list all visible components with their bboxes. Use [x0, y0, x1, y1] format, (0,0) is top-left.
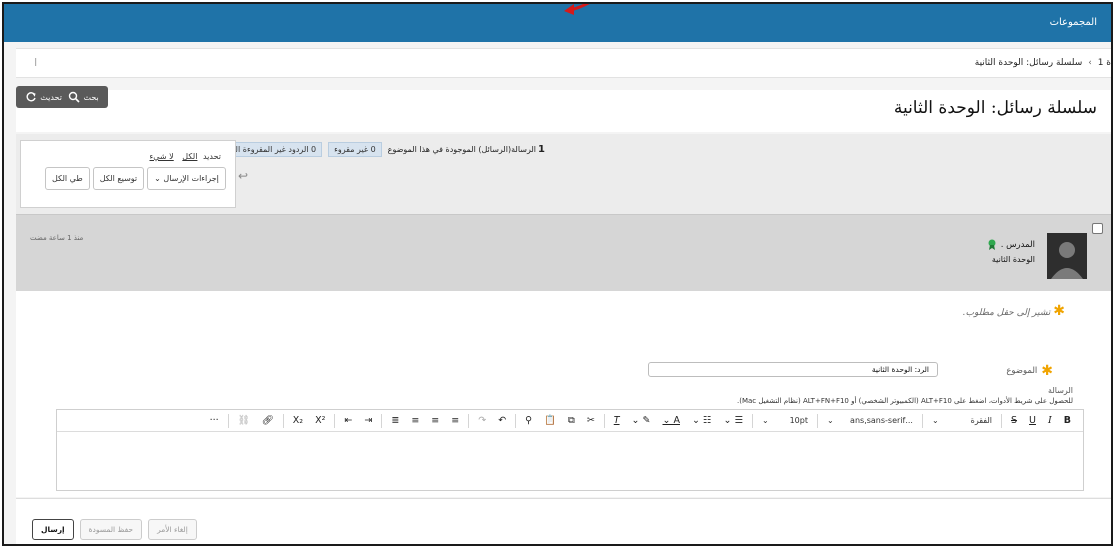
- clear-format-icon[interactable]: T: [608, 415, 626, 426]
- refresh-icon: [26, 92, 36, 102]
- text-color-icon[interactable]: A ⌄: [657, 415, 686, 426]
- form-buttons: إرسال حفظ المسودة إلغاء الأمر: [32, 519, 197, 540]
- panel-arrow-icon: ↩: [237, 169, 248, 183]
- expand-all-button[interactable]: توسيع الكل: [92, 167, 145, 190]
- required-star-icon: ✱: [1053, 303, 1065, 319]
- refresh-search-toolbar: تحديث بحث: [16, 86, 108, 108]
- subject-label: ✱ الموضوع: [1006, 363, 1053, 379]
- breadcrumb-item-page[interactable]: ة 1: [1098, 58, 1111, 68]
- toolbar-divider: [816, 413, 818, 428]
- unread-badge[interactable]: 0 غير مقروء: [328, 142, 382, 157]
- title-row: سلسلة رسائل: الوحدة الثانية تحديث بحث: [16, 86, 1111, 132]
- ribbon-icon: [988, 239, 996, 250]
- italic-button[interactable]: I: [1042, 415, 1058, 426]
- indent-icon[interactable]: ⇥: [358, 415, 378, 426]
- save-draft-button[interactable]: حفظ المسودة: [79, 519, 143, 540]
- highlight-icon[interactable]: ✎ ⌄: [626, 415, 657, 426]
- thread-actions-box: تحديد الكل لا شيء إجراءات الإرسال ⌄ توسي…: [20, 140, 248, 208]
- underline-button[interactable]: U: [1023, 415, 1042, 426]
- message-counts: 1الرسالة(الرسائل) الموجودة في هذا الموضو…: [196, 142, 545, 157]
- thread-toolbar: 1الرسالة(الرسائل) الموجودة في هذا الموضو…: [16, 134, 1111, 215]
- font-size-dropdown[interactable]: 10pt ⌄: [756, 416, 814, 425]
- strikethrough-button[interactable]: S: [1005, 415, 1023, 426]
- annotation-arrow-icon: [564, 4, 590, 15]
- toolbar-divider: [381, 413, 383, 428]
- thread-action-buttons: إجراءات الإرسال ⌄ توسيع الكل طي الكل: [45, 167, 226, 190]
- toolbar-hint: للحصول على شريط الأدوات، اضغط على ALT+F1…: [737, 397, 1073, 405]
- font-family-dropdown[interactable]: ...ans,sans-serif ⌄: [821, 416, 919, 425]
- unlink-icon[interactable]: ⛓︎: [232, 415, 256, 426]
- form-actions-bar: إرسال حفظ المسودة إلغاء الأمر: [16, 498, 1111, 544]
- toolbar-divider: [603, 413, 605, 428]
- editor-toolbar: B I U S الفقرة ⌄ ...ans,sans-serif ⌄ 10pt ⌄…: [57, 410, 1083, 432]
- link-icon[interactable]: 🔗︎: [256, 415, 280, 426]
- toolbar-divider: [468, 413, 470, 428]
- search-button[interactable]: بحث: [68, 91, 99, 103]
- toolbar-divider: [751, 413, 753, 428]
- browser-frame: المجموعات I ة 1 › سلسلة رسائل: الوحدة ال…: [2, 2, 1113, 546]
- reply-form: ✱ تشير إلى حقل مطلوب. ✱ الموضوع الرسالة …: [16, 291, 1111, 497]
- toolbar-divider: [921, 413, 923, 428]
- toolbar-divider: [282, 413, 284, 428]
- outdent-icon[interactable]: ⇤: [338, 415, 358, 426]
- toolbar-divider: [334, 413, 336, 428]
- cut-icon[interactable]: ✂: [581, 415, 601, 426]
- redo-icon[interactable]: ↷: [472, 415, 492, 426]
- search-label: بحث: [83, 92, 99, 102]
- required-star-icon: ✱: [1041, 363, 1053, 379]
- select-line: تحديد الكل لا شيء: [149, 152, 222, 161]
- message-label: الرسالة: [1048, 386, 1073, 395]
- cancel-button[interactable]: إلغاء الأمر: [148, 519, 197, 540]
- undo-icon[interactable]: ↶: [492, 415, 512, 426]
- toolbar-divider: [1000, 413, 1002, 428]
- post-header: المدرس . الوحدة الثانية منذ 1 ساعة مضت: [16, 214, 1111, 292]
- align-center-icon[interactable]: ≡: [425, 415, 445, 426]
- post-author[interactable]: المدرس .: [987, 239, 1035, 251]
- post-unit: الوحدة الثانية: [991, 255, 1035, 264]
- paste-icon[interactable]: 📋: [538, 415, 562, 426]
- toolbar-divider: [227, 413, 229, 428]
- rich-text-editor: B I U S الفقرة ⌄ ...ans,sans-serif ⌄ 10pt ⌄…: [56, 409, 1084, 491]
- post-checkbox[interactable]: [1092, 223, 1103, 234]
- search-icon: [69, 91, 81, 103]
- bullet-list-icon[interactable]: ☰ ⌄: [717, 415, 749, 426]
- breadcrumb-current: سلسلة رسائل: الوحدة الثانية: [974, 58, 1083, 68]
- more-options-icon[interactable]: ···: [204, 415, 225, 426]
- message-count: 1الرسالة(الرسائل) الموجودة في هذا الموضو…: [387, 144, 545, 155]
- post-time: منذ 1 ساعة مضت: [30, 234, 84, 242]
- breadcrumb-separator: ›: [1088, 58, 1092, 68]
- collapse-all-button[interactable]: طي الكل: [45, 167, 90, 190]
- text-cursor-icon: I: [34, 56, 38, 69]
- bold-button[interactable]: B: [1058, 415, 1077, 426]
- toolbar-divider: [515, 413, 517, 428]
- find-icon[interactable]: ⚲: [519, 415, 538, 426]
- top-navigation-bar: المجموعات: [4, 4, 1111, 42]
- paragraph-dropdown[interactable]: الفقرة ⌄: [926, 416, 998, 425]
- required-note: ✱ تشير إلى حقل مطلوب.: [962, 303, 1065, 319]
- subscript-icon[interactable]: X₂: [287, 415, 309, 426]
- numbered-list-icon[interactable]: ☷ ⌄: [686, 415, 718, 426]
- avatar: [1047, 233, 1087, 279]
- breadcrumb: I ة 1 › سلسلة رسائل: الوحدة الثانية: [16, 48, 1111, 78]
- align-left-icon[interactable]: ≡: [445, 415, 465, 426]
- align-right-icon[interactable]: ≡: [405, 415, 425, 426]
- submit-button[interactable]: إرسال: [32, 519, 74, 540]
- groups-link[interactable]: المجموعات: [1050, 17, 1097, 28]
- select-all-link[interactable]: الكل: [182, 152, 197, 161]
- refresh-label: تحديث: [40, 92, 62, 102]
- select-none-link[interactable]: لا شيء: [150, 152, 174, 161]
- align-justify-icon[interactable]: ≣: [385, 415, 405, 426]
- page-title: سلسلة رسائل: الوحدة الثانية: [893, 98, 1097, 118]
- editor-body[interactable]: [57, 432, 1083, 488]
- superscript-icon[interactable]: X²: [309, 415, 331, 426]
- refresh-button[interactable]: تحديث: [25, 91, 62, 103]
- copy-icon[interactable]: ⧉: [562, 415, 581, 426]
- send-actions-button[interactable]: إجراءات الإرسال ⌄: [147, 167, 226, 190]
- subject-input[interactable]: [648, 362, 938, 377]
